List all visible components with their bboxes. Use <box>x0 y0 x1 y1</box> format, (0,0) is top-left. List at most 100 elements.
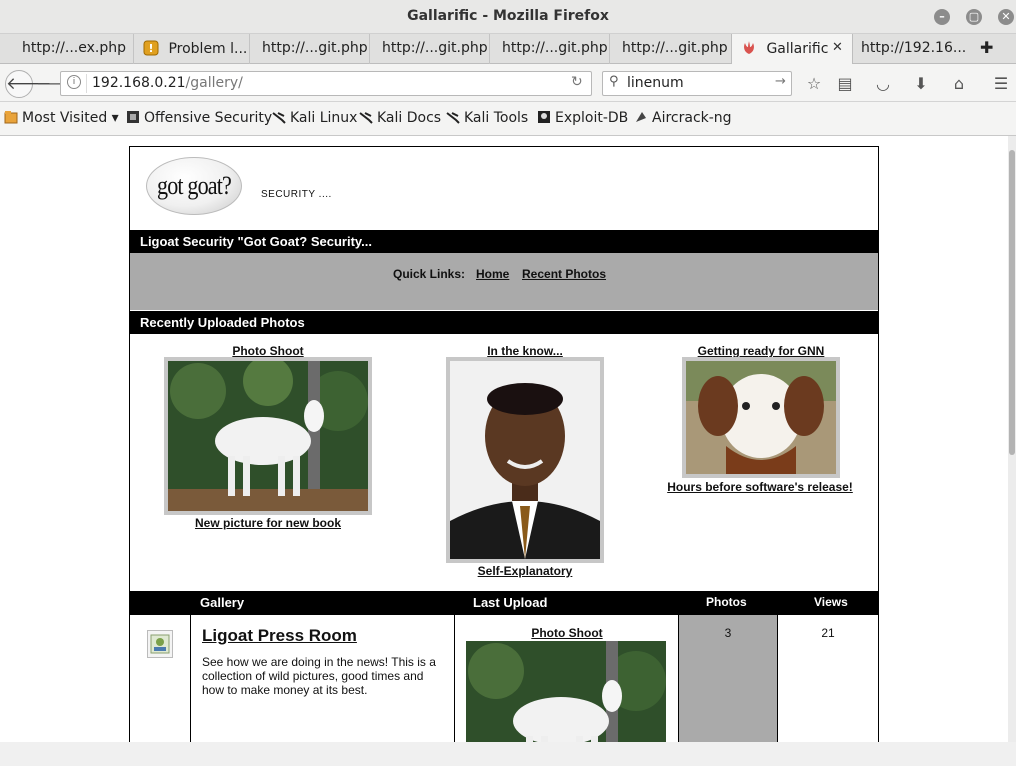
gallery-name-link[interactable]: Ligoat Press Room <box>202 626 357 646</box>
tab-label: http://...git.php <box>382 40 488 56</box>
url-path: /gallery/ <box>185 75 243 91</box>
kali-dragon-icon <box>272 110 286 124</box>
home-link[interactable]: Home <box>476 267 509 281</box>
tab-4[interactable]: http://...git.php <box>370 34 490 64</box>
svg-text:!: ! <box>148 42 153 55</box>
bookmark-kali-tools[interactable]: Kali Tools <box>446 110 528 126</box>
home-icon[interactable]: ⌂ <box>949 74 969 94</box>
info-icon[interactable]: i <box>67 75 81 89</box>
last-upload-thumbnail[interactable] <box>466 641 666 742</box>
tab-2[interactable]: ! Problem l... <box>134 34 250 64</box>
header-views: Views <box>814 595 848 609</box>
tab-1[interactable]: http://...ex.php <box>0 34 134 64</box>
url-bar[interactable]: i 192.168.0.21/gallery/ ↻ <box>60 71 592 96</box>
man-portrait-thumbnail[interactable] <box>446 357 604 563</box>
tab-6[interactable]: http://...git.php <box>610 34 731 64</box>
new-tab-button[interactable]: ✚ <box>980 34 1002 64</box>
bookmarks-toolbar: Most Visited ▾ Offensive Security Kali L… <box>0 102 1016 136</box>
warning-icon: ! <box>143 40 159 56</box>
tab-5[interactable]: http://...git.php <box>490 34 610 64</box>
recent-photos-link[interactable]: Recent Photos <box>522 267 606 281</box>
gallery-table-header: Gallery Last Upload Photos Views <box>130 591 878 615</box>
site-banner: Ligoat Security "Got Goat? Security... <box>130 230 878 253</box>
bookmark-label: Aircrack-ng <box>652 110 732 126</box>
views-count: 21 <box>821 626 835 640</box>
bookmark-label: Kali Tools <box>464 110 529 126</box>
gallery-last-upload-cell: Photo Shoot <box>455 615 679 742</box>
recent-photo-caption[interactable]: Self-Explanatory <box>446 564 604 578</box>
header-last-upload: Last Upload <box>473 595 548 610</box>
close-tab-icon[interactable]: ✕ <box>832 40 843 55</box>
maximize-button[interactable]: ▢ <box>966 9 982 25</box>
tab-label: Gallarific <box>766 41 829 57</box>
recent-heading: Recently Uploaded Photos <box>130 311 878 334</box>
bookmark-kali-linux[interactable]: Kali Linux <box>272 110 357 126</box>
navigation-toolbar: 🡐 🡒 i 192.168.0.21/gallery/ ↻ ⚲ linenum … <box>0 64 1016 102</box>
recent-photos: Photo Shoot New picture for new book In … <box>130 334 878 591</box>
search-input[interactable]: linenum <box>627 75 684 91</box>
header-gallery: Gallery <box>200 595 245 610</box>
header-photos: Photos <box>706 595 747 609</box>
site-header: got goat? SECURITY .... <box>130 147 878 229</box>
bookmark-star-icon[interactable]: ☆ <box>804 74 824 94</box>
back-button[interactable]: 🡐 <box>5 70 52 98</box>
gallery-views-cell: 21 <box>778 615 878 742</box>
tab-label: http://...git.php <box>622 40 728 56</box>
gallery-description: See how we are doing in the news! This i… <box>202 655 436 697</box>
gallery-row: Ligoat Press Room See how we are doing i… <box>130 615 878 742</box>
gallery-icon-cell <box>130 615 191 742</box>
tab-8[interactable]: http://192.16... <box>853 34 965 64</box>
folder-icon <box>4 110 18 124</box>
logo-text: got goat? <box>157 171 232 200</box>
goat-photo-thumbnail[interactable] <box>164 357 372 515</box>
page-viewport: got goat? SECURITY .... Ligoat Security … <box>0 136 1008 742</box>
close-window-button[interactable]: ✕ <box>998 9 1014 25</box>
bookmark-kali-docs[interactable]: Kali Docs <box>359 110 441 126</box>
tab-label: http://...git.php <box>262 40 368 56</box>
bookmark-label: Offensive Security <box>144 110 273 126</box>
kali-dragon-icon <box>446 110 460 124</box>
tab-label: Problem l... <box>168 41 248 57</box>
bookmark-exploit-db[interactable]: Exploit-DB <box>537 110 628 126</box>
gallery-photos-cell: 3 <box>679 615 778 742</box>
tab-label: http://...git.php <box>502 40 608 56</box>
offensive-security-icon <box>126 110 140 124</box>
bookmark-offensive-security[interactable]: Offensive Security <box>126 110 272 126</box>
kali-dragon-icon <box>359 110 373 124</box>
scrollbar-thumb[interactable] <box>1009 150 1015 455</box>
menu-icon[interactable]: ☰ <box>991 74 1011 94</box>
bookmark-label: Exploit-DB <box>555 110 629 126</box>
search-icon: ⚲ <box>609 74 619 89</box>
got-goat-logo[interactable]: got goat? <box>146 157 242 215</box>
minimize-button[interactable]: – <box>934 9 950 25</box>
bookmark-aircrack-ng[interactable]: Aircrack-ng <box>634 110 732 126</box>
gallery-page: got goat? SECURITY .... Ligoat Security … <box>129 146 879 742</box>
tab-3[interactable]: http://...git.php <box>250 34 370 64</box>
recent-photo-title[interactable]: Getting ready for GNN <box>682 344 840 358</box>
recent-photo-caption[interactable]: New picture for new book <box>164 516 372 530</box>
site-tagline: SECURITY .... <box>261 189 332 200</box>
tab-label: http://192.16... <box>861 40 965 56</box>
window-title: Gallarific - Mozilla Firefox <box>407 8 609 24</box>
recent-photo-caption[interactable]: Hours before software's release! <box>650 480 870 494</box>
search-go-icon[interactable]: → <box>775 74 786 89</box>
quick-links-label: Quick Links: <box>393 267 466 281</box>
bookmark-most-visited[interactable]: Most Visited ▾ <box>4 110 119 126</box>
gallery-folder-icon[interactable] <box>147 630 173 658</box>
forward-button[interactable]: 🡒 <box>36 74 79 94</box>
gallery-info-cell: Ligoat Press Room See how we are doing i… <box>191 615 455 742</box>
quick-links-bar: Quick Links: Home Recent Photos <box>130 253 878 310</box>
last-upload-title-link[interactable]: Photo Shoot <box>467 626 667 640</box>
reload-icon[interactable]: ↻ <box>571 74 583 90</box>
pocket-icon[interactable]: ◡ <box>873 74 893 94</box>
recent-photo-title[interactable]: Photo Shoot <box>164 344 372 358</box>
gallarific-favicon-icon <box>741 40 757 56</box>
url-host: 192.168.0.21 <box>92 75 186 91</box>
search-bar[interactable]: ⚲ linenum → <box>602 71 792 96</box>
tab-gallarific[interactable]: Gallarific ✕ <box>731 34 853 65</box>
downloads-icon[interactable]: ⬇ <box>911 74 931 94</box>
goat-close-thumbnail[interactable] <box>682 357 840 478</box>
recent-photo-title[interactable]: In the know... <box>446 344 604 358</box>
bookmark-label: Kali Linux <box>290 110 358 126</box>
reading-list-icon[interactable]: ▤ <box>835 74 855 94</box>
